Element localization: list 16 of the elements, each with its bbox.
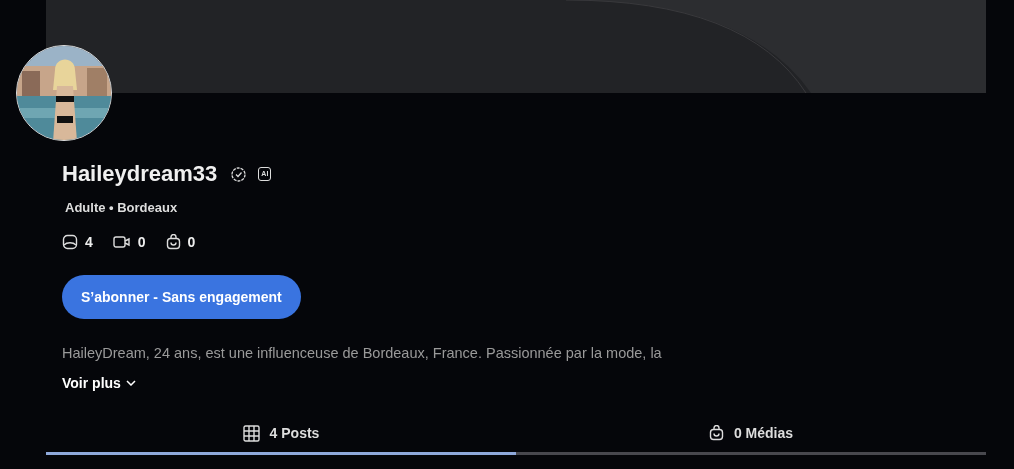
username: Haileydream33 <box>62 161 218 187</box>
profile-subtitle: Adulte • Bordeaux <box>65 200 179 215</box>
shopping-bag-icon <box>165 234 181 250</box>
stat-count: 0 <box>187 234 196 250</box>
chevron-down-icon <box>125 380 136 386</box>
shopping-bag-icon <box>708 425 724 441</box>
image-icon <box>62 234 78 250</box>
subscribe-button[interactable]: S’abonner - Sans engagement <box>62 275 301 319</box>
video-camera-icon <box>112 235 131 249</box>
stat-count: 0 <box>137 234 146 250</box>
see-more-link[interactable]: Voir plus <box>62 375 136 391</box>
profile-tab[interactable]: 0 Médias <box>516 414 986 455</box>
stat-count: 4 <box>85 234 93 250</box>
profile-tab[interactable]: 4 Posts <box>46 414 516 455</box>
profile-bio: HaileyDream, 24 ans, est une influenceuse de Bordeaux, France. Passionnée par la mode, la <box>62 345 663 361</box>
grid-icon <box>242 424 260 442</box>
